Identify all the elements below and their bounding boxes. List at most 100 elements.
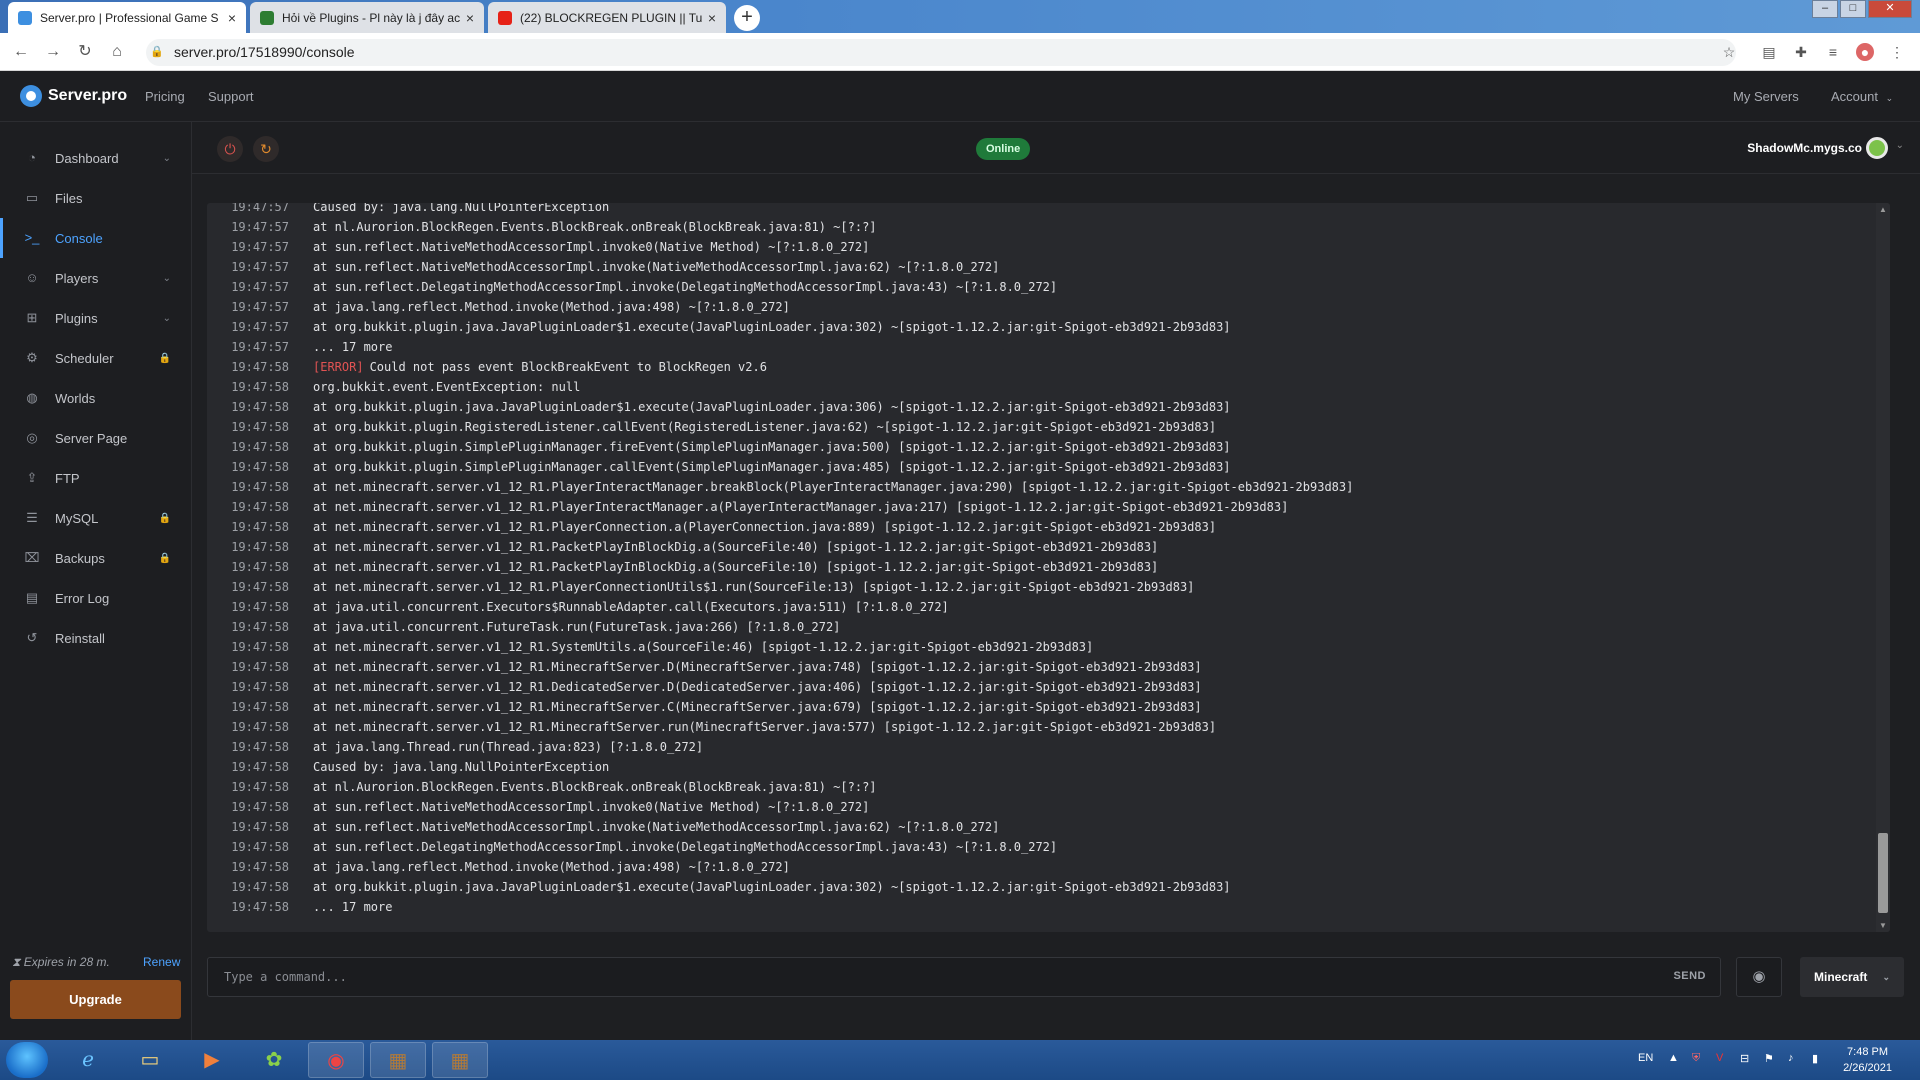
console-timestamp: 19:47:57 (231, 240, 289, 254)
puzzle-icon[interactable]: ✚ (1792, 43, 1810, 61)
scroll-down-icon[interactable]: ▼ (1878, 921, 1888, 930)
sidebar-item-backups[interactable]: ⌧ Backups 🔒 (0, 538, 191, 578)
chevron-down-icon: ⌄ (162, 272, 171, 284)
close-tab-icon[interactable]: × (708, 10, 716, 26)
sidebar-item-files[interactable]: ▭ Files (0, 178, 191, 218)
restart-icon[interactable]: ↻ (253, 136, 279, 162)
minecraft-launcher-icon[interactable]: ▦ (432, 1042, 488, 1078)
file-explorer-icon[interactable]: ▭ (122, 1042, 178, 1078)
sidebar-item-reinstall[interactable]: ↺ Reinstall (0, 618, 191, 658)
antivirus-icon[interactable]: ⛨ (1692, 1052, 1700, 1065)
home-icon[interactable]: ⌂ (105, 40, 129, 64)
sidebar-item-mysql[interactable]: ☰ MySQL 🔒 (0, 498, 191, 538)
back-arrow-icon[interactable]: ← (9, 40, 33, 64)
nav-account[interactable]: Account ⌄ (1831, 89, 1893, 104)
console-scrollbar[interactable]: ▲ ▼ (1876, 203, 1890, 932)
close-tab-icon[interactable]: × (466, 10, 474, 26)
minimize-window-button[interactable]: – (1812, 0, 1838, 18)
console-text: at net.minecraft.server.v1_12_R1.PlayerI… (313, 480, 1354, 494)
scheduler-icon: ⚙ (26, 350, 38, 365)
scroll-up-icon[interactable]: ▲ (1878, 205, 1888, 214)
vpn-icon[interactable]: V (1716, 1052, 1723, 1064)
console-timestamp: 19:47:57 (231, 300, 289, 314)
profile-avatar-icon[interactable]: ● (1856, 43, 1874, 61)
server-avatar[interactable] (1866, 137, 1888, 159)
start-button[interactable] (6, 1042, 48, 1078)
close-window-button[interactable]: ✕ (1868, 0, 1912, 18)
minecraft-icon[interactable]: ▦ (370, 1042, 426, 1078)
minecraft-favicon-icon (260, 10, 274, 25)
scrollbar-thumb[interactable] (1878, 833, 1888, 913)
eye-icon[interactable]: ◉ (1736, 957, 1782, 997)
console-timestamp: 19:47:57 (231, 260, 289, 274)
chevron-down-icon: ⌄ (1885, 93, 1894, 103)
sidebar-item-ftp[interactable]: ⇪ FTP (0, 458, 191, 498)
sidebar-item-plugins[interactable]: ⊞ Plugins ⌄ (0, 298, 191, 338)
console-text: at net.minecraft.server.v1_12_R1.Minecra… (313, 700, 1202, 714)
bookmark-star-icon[interactable]: ☆ (1720, 43, 1738, 61)
extension-icon[interactable]: ▤ (1760, 43, 1778, 61)
console-text: at org.bukkit.plugin.SimplePluginManager… (313, 440, 1231, 454)
url-field[interactable]: server.pro/17518990/console (146, 39, 1736, 66)
console-text: at net.minecraft.server.v1_12_R1.PacketP… (313, 560, 1159, 574)
network-icon[interactable]: ⊟ (1740, 1052, 1749, 1065)
lock-icon[interactable]: 🔒 (150, 45, 164, 58)
console-line: 19:47:58 at net.minecraft.server.v1_12_R1… (207, 577, 1867, 597)
forward-arrow-icon[interactable]: → (41, 40, 65, 64)
console-line: 19:47:58 at java.util.concurrent.Executor… (207, 597, 1867, 617)
app-icon[interactable]: ✿ (246, 1042, 302, 1078)
reading-list-icon[interactable]: ≡ (1824, 43, 1842, 61)
sidebar-item-error-log[interactable]: ▤ Error Log (0, 578, 191, 618)
user-icon: ☺ (25, 270, 39, 285)
signal-icon[interactable]: ▮ (1812, 1052, 1818, 1065)
nav-support[interactable]: Support (208, 89, 254, 104)
console-line: 19:47:58 at sun.reflect.DelegatingMethodA… (207, 837, 1867, 857)
sidebar-item-label: Players (55, 270, 99, 286)
nav-my-servers[interactable]: My Servers (1733, 89, 1799, 104)
console-timestamp: 19:47:58 (231, 620, 289, 634)
game-select[interactable]: Minecraft ⌄ (1800, 957, 1904, 997)
browser-tab-serverpro[interactable]: Server.pro | Professional Game S × (8, 2, 246, 33)
language-indicator[interactable]: EN (1638, 1052, 1653, 1064)
chrome-icon[interactable]: ◉ (308, 1042, 364, 1078)
browser-menu-icon[interactable]: ⋮ (1888, 43, 1906, 61)
console-line: 19:47:58 at net.minecraft.server.v1_12_R1… (207, 637, 1867, 657)
serverpro-logo[interactable]: Server.pro (20, 85, 127, 107)
server-name[interactable]: ShadowMc.mygs.co (1747, 141, 1862, 155)
lock-icon: 🔒 (158, 352, 171, 364)
browser-tab-youtube[interactable]: (22) BLOCKREGEN PLUGIN || Tuto × (488, 2, 726, 33)
close-tab-icon[interactable]: × (228, 10, 236, 26)
reload-icon[interactable]: ↻ (73, 40, 97, 64)
console-line: 19:47:58 at net.minecraft.server.v1_12_R1… (207, 717, 1867, 737)
command-bar: SEND (207, 957, 1721, 997)
maximize-window-button[interactable]: □ (1840, 0, 1866, 18)
chevron-down-icon[interactable]: ⌄ (1896, 140, 1904, 151)
flag-icon[interactable]: ⚑ (1764, 1052, 1774, 1065)
console-line: 19:47:58 at net.minecraft.server.v1_12_R1… (207, 557, 1867, 577)
sidebar-item-players[interactable]: ☺ Players ⌄ (0, 258, 191, 298)
tray-arrow-icon[interactable]: ▲ (1668, 1052, 1679, 1064)
internet-explorer-icon[interactable]: ℯ (60, 1042, 116, 1078)
sidebar-item-dashboard[interactable]: ◔ Dashboard ⌄ (0, 138, 191, 178)
sidebar-item-worlds[interactable]: ◍ Worlds (0, 378, 191, 418)
clock[interactable]: 7:48 PM 2/26/2021 (1843, 1044, 1892, 1076)
renew-link[interactable]: Renew (143, 955, 180, 969)
browser-tab-forum[interactable]: Hỏi về Plugins - Pl này là j đây ac × (250, 2, 484, 33)
sidebar-item-label: Plugins (55, 310, 98, 326)
volume-icon[interactable]: ♪ (1788, 1052, 1794, 1064)
console-line: 19:47:57 at org.bukkit.plugin.java.JavaPl… (207, 317, 1867, 337)
sidebar-item-console[interactable]: >_ Console (0, 218, 191, 258)
media-player-icon[interactable]: ▶ (184, 1042, 240, 1078)
send-button[interactable]: SEND (1673, 970, 1706, 982)
power-icon[interactable]: ⏻ (217, 136, 243, 162)
youtube-favicon-icon (498, 10, 512, 25)
console-output[interactable]: 19:47:57 Caused by: java.lang.NullPointer… (207, 203, 1890, 932)
nav-pricing[interactable]: Pricing (145, 89, 185, 104)
tab-title: Hỏi về Plugins - Pl này là j đây ac (282, 10, 460, 25)
new-tab-button[interactable]: + (734, 5, 760, 31)
sidebar-item-scheduler[interactable]: ⚙ Scheduler 🔒 (0, 338, 191, 378)
upgrade-button[interactable]: Upgrade (10, 980, 181, 1019)
sidebar-item-server-page[interactable]: ◎ Server Page (0, 418, 191, 458)
command-input[interactable] (224, 958, 1604, 996)
console-text: at net.minecraft.server.v1_12_R1.Minecra… (313, 720, 1217, 734)
